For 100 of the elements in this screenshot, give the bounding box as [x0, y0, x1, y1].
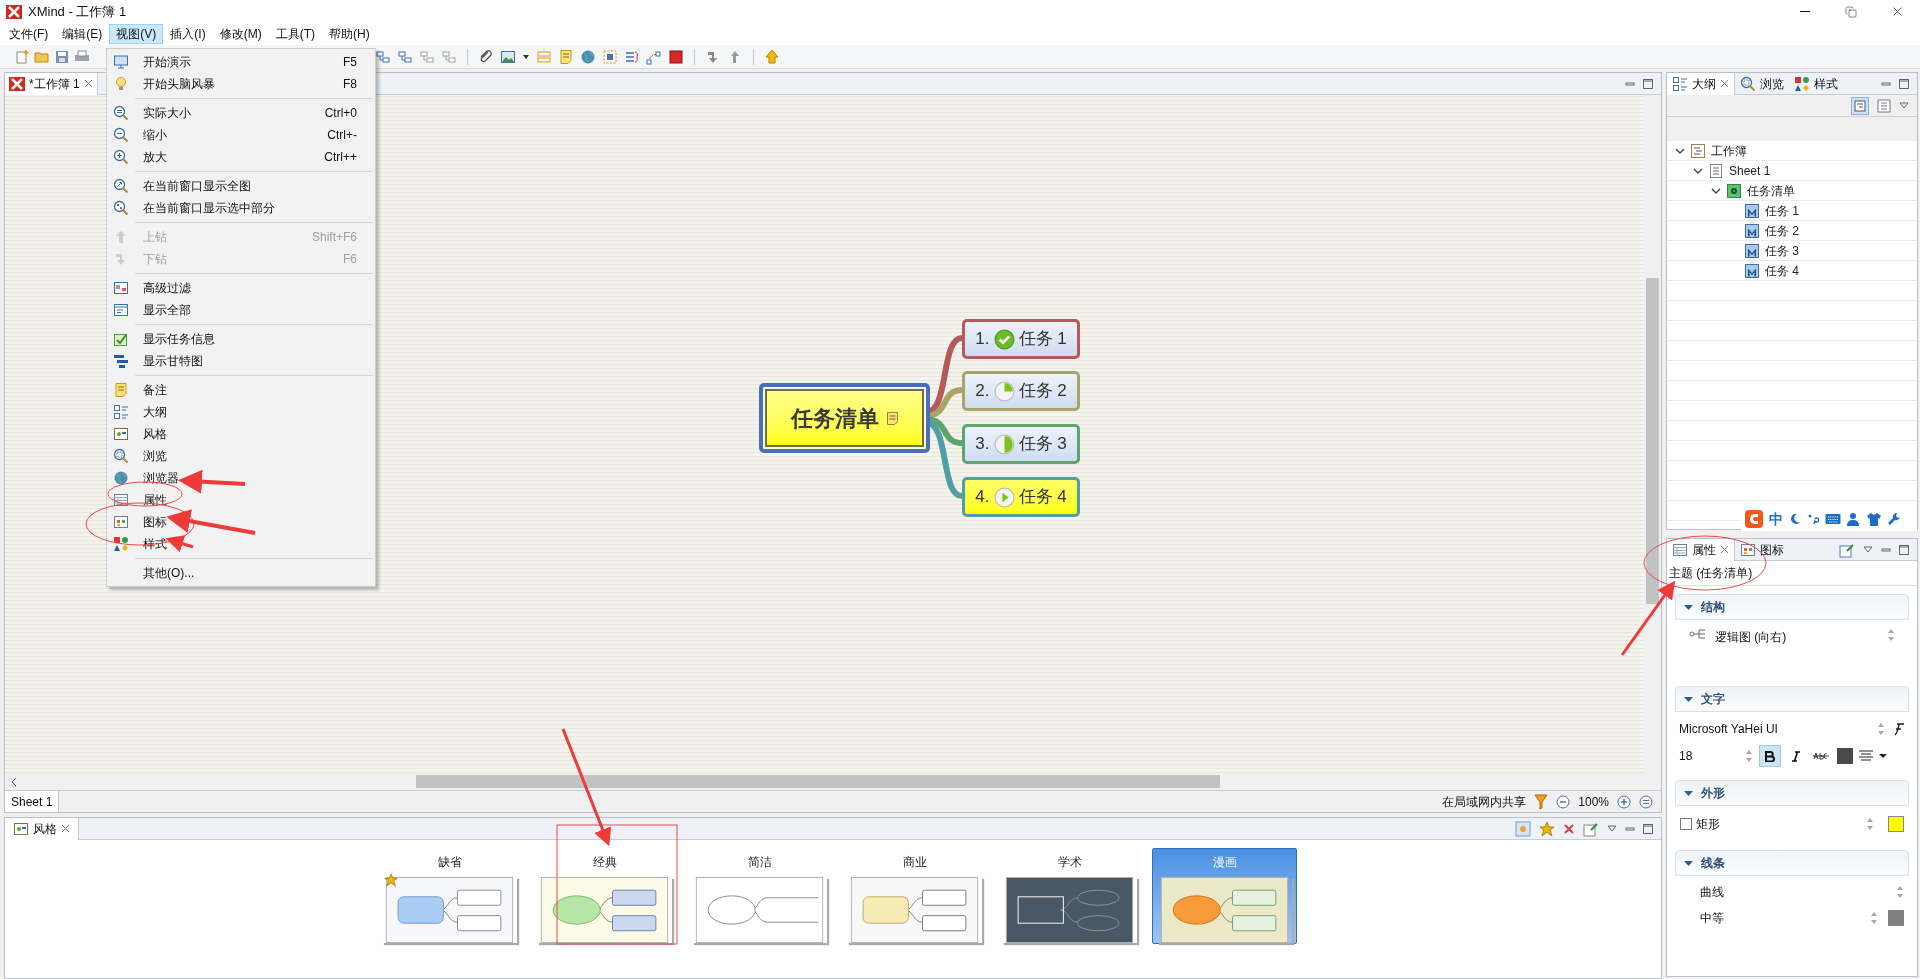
tree-item[interactable]: 工作簿	[1711, 141, 1747, 160]
label-icon[interactable]	[536, 48, 552, 65]
paperclip-icon[interactable]	[478, 48, 494, 65]
stop-icon[interactable]	[668, 48, 684, 65]
view-menu-icon[interactable]	[1899, 101, 1909, 110]
topic-node[interactable]: 4. 任务 4	[962, 477, 1080, 517]
spinner-icon[interactable]	[1866, 817, 1874, 831]
image-icon[interactable]	[500, 48, 516, 65]
menu-option[interactable]: 风格	[107, 423, 375, 445]
spinner-icon[interactable]	[1877, 722, 1885, 736]
maximize-icon[interactable]	[1643, 78, 1653, 89]
scrollbar-thumb[interactable]	[1646, 278, 1659, 604]
close-icon[interactable]	[61, 824, 70, 833]
summary-icon[interactable]	[624, 48, 640, 65]
view-menu-icon[interactable]	[1607, 824, 1617, 833]
list-view-icon[interactable]	[1877, 98, 1891, 113]
fit-icon[interactable]	[1639, 794, 1653, 809]
topic-icon[interactable]	[419, 48, 435, 65]
shape-value[interactable]: 矩形	[1696, 815, 1720, 833]
delete-icon[interactable]	[1563, 822, 1575, 835]
topic-node[interactable]: 2. 任务 2	[962, 371, 1080, 411]
menu-item[interactable]: 帮助(H)	[322, 24, 377, 44]
caret-icon[interactable]	[1879, 753, 1887, 759]
panel-tab[interactable]: 图标	[1735, 538, 1789, 561]
tree-item[interactable]: 任务清单	[1747, 181, 1795, 200]
menu-item[interactable]: 文件(F)	[2, 24, 56, 44]
panel-tab[interactable]: 大纲	[1667, 72, 1735, 95]
sheet-tab[interactable]: Sheet 1	[5, 791, 60, 812]
tree-view-icon[interactable]	[1851, 96, 1869, 115]
filter-icon[interactable]	[1534, 793, 1549, 810]
topic-node[interactable]: 3. 任务 3	[962, 424, 1080, 464]
style-option[interactable]: 缺省	[377, 848, 522, 944]
maximize-icon[interactable]	[1899, 78, 1909, 89]
bold-button[interactable]	[1759, 745, 1781, 767]
edit-icon[interactable]	[1839, 541, 1855, 558]
spinner-icon[interactable]	[1887, 628, 1895, 642]
menu-item[interactable]: 修改(M)	[212, 24, 269, 44]
section-header[interactable]: 外形	[1675, 780, 1909, 806]
boundary-icon[interactable]	[602, 48, 618, 65]
menu-option[interactable]: 高级过滤	[107, 277, 375, 299]
maximize-icon[interactable]	[1899, 544, 1909, 555]
section-header[interactable]: 线条	[1675, 850, 1909, 876]
close-icon[interactable]	[1720, 545, 1729, 554]
editor-tab[interactable]: *工作簿 1	[5, 72, 98, 95]
line-width-value[interactable]: 中等	[1700, 909, 1724, 927]
styles-tab[interactable]: 风格	[5, 817, 79, 840]
menu-option[interactable]: 实际大小 Ctrl+0	[107, 102, 375, 124]
style-option[interactable]: 经典	[532, 848, 677, 944]
spinner-icon[interactable]	[1745, 749, 1753, 763]
tree-item[interactable]: Sheet 1	[1729, 161, 1771, 180]
font-family-field[interactable]: Microsoft YaHei UI	[1679, 720, 1778, 738]
tree-item[interactable]: 任务 1	[1765, 201, 1799, 220]
zoom-in-icon[interactable]	[1617, 794, 1631, 809]
save-icon[interactable]	[54, 48, 70, 65]
tree-item[interactable]: 任务 3	[1765, 241, 1799, 260]
menu-option[interactable]: 显示甘特图	[107, 350, 375, 372]
menu-option[interactable]: 大纲	[107, 401, 375, 423]
panel-tab[interactable]: 样式	[1789, 72, 1843, 95]
menu-option[interactable]: 其他(O)...	[107, 562, 375, 584]
spinner-icon[interactable]	[1870, 911, 1878, 925]
menu-option[interactable]: 缩小 Ctrl+-	[107, 124, 375, 146]
menu-option[interactable]: 放大 Ctrl++	[107, 146, 375, 168]
menu-option[interactable]: 浏览器	[107, 467, 375, 489]
scrollbar-thumb[interactable]	[416, 775, 1220, 788]
menu-option[interactable]: 在当前窗口显示全图	[107, 175, 375, 197]
topic-icon[interactable]	[397, 48, 413, 65]
panel-tab[interactable]: 属性	[1667, 538, 1735, 561]
central-topic[interactable]: 任务清单	[759, 383, 930, 453]
edit-icon[interactable]	[1583, 820, 1599, 837]
menu-item[interactable]: 插入(I)	[163, 24, 213, 44]
topic-node[interactable]: 1. 任务 1	[962, 319, 1080, 359]
font-icon[interactable]	[1893, 722, 1905, 736]
share-status[interactable]: 在局域网内共享	[1442, 792, 1527, 811]
menu-item[interactable]: 工具(T)	[268, 24, 322, 44]
fill-color-swatch[interactable]	[1888, 816, 1904, 832]
style-option[interactable]: 商业	[842, 848, 987, 944]
spinner-icon[interactable]	[1896, 885, 1904, 899]
star-icon[interactable]	[1539, 820, 1555, 837]
tree-item[interactable]: 任务 2	[1765, 221, 1799, 240]
menu-option[interactable]: 在当前窗口显示选中部分	[107, 197, 375, 219]
menu-option[interactable]: 显示全部	[107, 299, 375, 321]
note-icon[interactable]	[558, 48, 574, 65]
menu-option[interactable]: 图标	[107, 511, 375, 533]
globe-icon[interactable]	[580, 48, 596, 65]
topic-icon[interactable]	[375, 48, 391, 65]
new-document-icon[interactable]	[14, 48, 30, 65]
menu-option[interactable]: 浏览	[107, 445, 375, 467]
relationship-icon[interactable]	[646, 48, 662, 65]
panel-tab[interactable]: 浏览	[1735, 72, 1789, 95]
section-header[interactable]: 文字	[1675, 686, 1909, 712]
close-icon[interactable]	[1720, 79, 1729, 88]
ime-toolbar[interactable]: 中	[1741, 507, 1917, 531]
menu-option[interactable]: 开始头脑风暴 F8	[107, 73, 375, 95]
menu-option[interactable]: 样式	[107, 533, 375, 555]
zoom-out-icon[interactable]	[1556, 794, 1571, 809]
arrow-icon[interactable]	[764, 48, 780, 65]
menu-item[interactable]: 编辑(E)	[55, 24, 110, 44]
topic-icon[interactable]	[441, 48, 457, 65]
tree-item[interactable]: 任务 4	[1765, 261, 1799, 280]
style-option[interactable]: 简洁	[687, 848, 832, 944]
